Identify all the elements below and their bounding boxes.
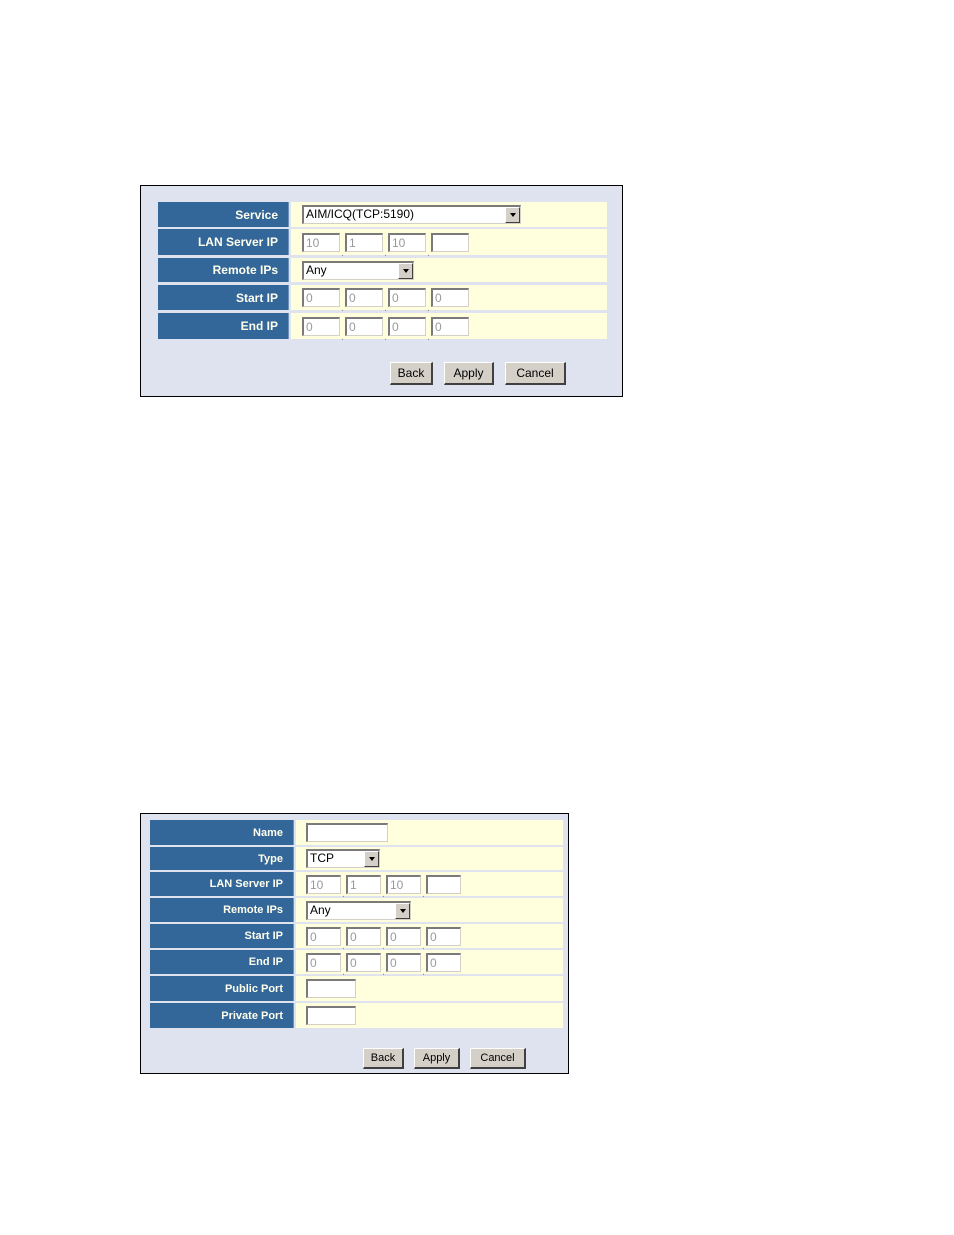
lan-server-ip-label: LAN Server IP [150, 872, 294, 896]
start-ip-octet-4: 0 [431, 288, 469, 307]
remote-ips-value-cell: Any [291, 258, 607, 282]
remote-ips-row: Remote IPs Any [158, 258, 607, 282]
end-ip-octet-4: 0 [426, 952, 461, 972]
service-value-cell: AIM/ICQ(TCP:5190) [291, 202, 607, 227]
start-ip-octet-2: 0 [345, 288, 383, 307]
cancel-button[interactable]: Cancel [470, 1048, 526, 1069]
chevron-down-icon[interactable] [398, 262, 413, 279]
end-ip-octet-2: 0 [345, 316, 383, 336]
back-button[interactable]: Back [390, 362, 433, 385]
lan-ip-octet-4-input[interactable] [431, 232, 469, 252]
type-row: Type TCP [150, 847, 563, 870]
start-ip-row: Start IP 0 . 0 . 0 . 0 [150, 924, 563, 952]
public-port-input[interactable] [306, 979, 356, 998]
private-port-row: Private Port [150, 1003, 563, 1028]
remote-ips-value-cell: Any [296, 898, 563, 922]
remote-ips-select-value: Any [306, 262, 327, 277]
lan-server-ip-value-cell: 10 . 1 . 10 . [291, 229, 607, 259]
public-port-row: Public Port [150, 976, 563, 1001]
remote-ips-select-value: Any [310, 902, 331, 917]
end-ip-value-cell: 0 . 0 . 0 . 0 [291, 313, 607, 343]
lan-ip-octet-4-input[interactable] [426, 874, 461, 894]
start-ip-value-cell: 0 . 0 . 0 . 0 [291, 285, 607, 314]
lan-ip-octet-2: 1 [346, 874, 381, 894]
private-port-value-cell [296, 1003, 563, 1028]
lan-server-ip-value-cell: 10 . 1 . 10 . [296, 872, 563, 900]
public-port-value-cell [296, 976, 563, 1001]
private-port-label: Private Port [150, 1003, 294, 1028]
end-ip-octet-1: 0 [302, 316, 340, 336]
end-ip-octet-3: 0 [386, 952, 421, 972]
lan-ip-octet-2: 1 [345, 232, 383, 252]
start-ip-octet-4: 0 [426, 926, 461, 946]
end-ip-row: End IP 0 . 0 . 0 . 0 [150, 950, 563, 978]
end-ip-value-cell: 0 . 0 . 0 . 0 [296, 950, 563, 978]
end-ip-octet-3: 0 [388, 316, 426, 336]
service-label: Service [158, 202, 289, 227]
remote-ips-label: Remote IPs [158, 258, 289, 282]
name-row: Name [150, 820, 563, 845]
lan-server-ip-row: LAN Server IP 10 . 1 . 10 . [150, 872, 563, 900]
lan-ip-octet-3: 10 [386, 874, 421, 894]
chevron-down-icon[interactable] [505, 207, 520, 223]
remote-ips-label: Remote IPs [150, 898, 294, 922]
service-row: Service AIM/ICQ(TCP:5190) [158, 202, 607, 227]
type-label: Type [150, 847, 294, 870]
lan-server-ip-row: LAN Server IP 10 . 1 . 10 . [158, 229, 607, 259]
apply-button[interactable]: Apply [444, 362, 494, 385]
name-label: Name [150, 820, 294, 845]
start-ip-octet-1: 0 [306, 926, 341, 946]
service-select[interactable]: AIM/ICQ(TCP:5190) [302, 205, 521, 224]
apply-button[interactable]: Apply [414, 1048, 460, 1069]
custom-service-form-panel: Name Type TCP LAN Server IP 10 . 1 . 10 … [140, 813, 569, 1074]
start-ip-octet-1: 0 [302, 288, 340, 307]
service-form-panel: Service AIM/ICQ(TCP:5190) LAN Server IP … [140, 185, 623, 397]
start-ip-label: Start IP [158, 285, 289, 310]
end-ip-row: End IP 0 . 0 . 0 . 0 [158, 313, 607, 343]
type-value-cell: TCP [296, 847, 563, 870]
private-port-input[interactable] [306, 1006, 356, 1025]
start-ip-octet-3: 0 [388, 288, 426, 307]
start-ip-value-cell: 0 . 0 . 0 . 0 [296, 924, 563, 952]
end-ip-octet-2: 0 [346, 952, 381, 972]
lan-ip-octet-1: 10 [302, 232, 340, 252]
name-input[interactable] [306, 823, 388, 842]
chevron-down-icon[interactable] [395, 902, 410, 919]
cancel-button[interactable]: Cancel [505, 362, 566, 385]
type-select-value: TCP [310, 851, 334, 865]
public-port-label: Public Port [150, 976, 294, 1001]
remote-ips-select[interactable]: Any [306, 900, 411, 920]
remote-ips-row: Remote IPs Any [150, 898, 563, 922]
start-ip-label: Start IP [150, 924, 294, 948]
start-ip-octet-2: 0 [346, 926, 381, 946]
end-ip-octet-1: 0 [306, 952, 341, 972]
type-select[interactable]: TCP [306, 849, 380, 868]
start-ip-row: Start IP 0 . 0 . 0 . 0 [158, 285, 607, 314]
lan-ip-octet-3: 10 [388, 232, 426, 252]
end-ip-label: End IP [150, 950, 294, 974]
back-button[interactable]: Back [363, 1048, 404, 1069]
remote-ips-select[interactable]: Any [302, 260, 414, 280]
start-ip-octet-3: 0 [386, 926, 421, 946]
end-ip-octet-4: 0 [431, 316, 469, 336]
name-value-cell [296, 820, 563, 845]
chevron-down-icon[interactable] [364, 851, 379, 867]
lan-server-ip-label: LAN Server IP [158, 229, 289, 255]
service-select-value: AIM/ICQ(TCP:5190) [306, 207, 415, 221]
end-ip-label: End IP [158, 313, 289, 339]
lan-ip-octet-1: 10 [306, 874, 341, 894]
